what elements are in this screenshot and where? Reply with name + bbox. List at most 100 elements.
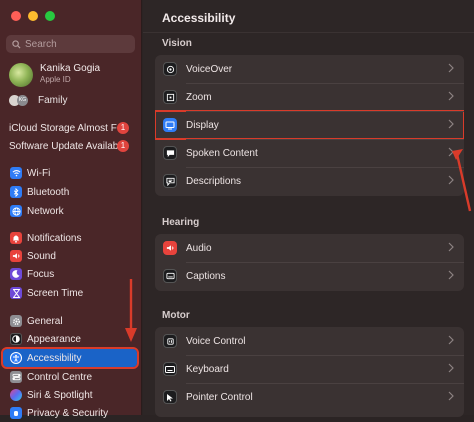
annotation-arrow-up <box>452 149 472 212</box>
bluetooth-icon <box>10 186 22 198</box>
sidebar-item-label: Wi-Fi <box>27 167 51 179</box>
keyboard-icon <box>163 362 177 376</box>
settings-row-keyboard[interactable]: Keyboard <box>155 355 464 383</box>
minimize-window-button[interactable] <box>28 11 38 21</box>
accessibility-icon <box>10 352 22 364</box>
profile-subtitle: Apple ID <box>40 75 71 84</box>
row-label: Zoom <box>186 91 212 103</box>
sidebar-item-sound[interactable]: Sound <box>0 247 140 265</box>
sidebar-item-label: Notifications <box>27 232 82 244</box>
hand-icon <box>10 407 22 419</box>
sidebar-item-privacy-security[interactable]: Privacy & Security <box>0 404 140 422</box>
speaker-icon <box>10 250 22 262</box>
settings-row-descriptions[interactable]: Descriptions <box>155 167 464 195</box>
sidebar-item-label: Screen Time <box>27 287 84 299</box>
hourglass-icon <box>10 287 22 299</box>
search-field[interactable]: Search <box>6 35 135 53</box>
sidebar-item-siri-spotlight[interactable]: Siri & Spotlight <box>0 386 140 404</box>
row-label: Pointer Control <box>186 391 253 403</box>
profile-name: Kanika Gogia <box>40 63 101 74</box>
chevron-right-icon <box>448 391 454 401</box>
sidebar-item-appearance[interactable]: Appearance <box>0 330 140 348</box>
row-label: Keyboard <box>186 363 229 375</box>
sidebar-item-label: Siri & Spotlight <box>27 389 93 401</box>
pointer-icon <box>163 390 177 404</box>
sidebar-item-label: Family <box>38 95 68 106</box>
sidebar-item-label: Network <box>27 205 64 217</box>
captions-icon <box>163 269 177 283</box>
notice-label: Software Update Available <box>9 140 127 152</box>
sidebar-item-label: Focus <box>27 268 55 280</box>
chevron-right-icon <box>448 363 454 373</box>
chevron-right-icon <box>448 335 454 345</box>
row-label: Display <box>186 119 219 131</box>
hearing-group: Audio Captions <box>155 234 464 291</box>
sidebar-item-label: Privacy & Security <box>27 407 109 419</box>
settings-row-voice-control[interactable]: Voice Control <box>155 327 464 355</box>
wifi-icon <box>10 167 22 179</box>
sidebar-item-focus[interactable]: Focus <box>0 265 140 283</box>
annotation-arrow-down <box>125 279 137 342</box>
search-icon <box>12 39 21 49</box>
page-title: Accessibility <box>162 11 236 25</box>
descriptions-icon <box>163 174 177 188</box>
sidebar-item-screen-time[interactable]: Screen Time <box>0 284 140 302</box>
row-label: VoiceOver <box>186 63 233 75</box>
sidebar-item-label: Control Centre <box>27 371 93 383</box>
motor-group: Voice Control Keyboard Pointer Control <box>155 327 464 417</box>
row-label: Audio <box>186 242 212 254</box>
sidebar-item-notifications[interactable]: Notifications <box>0 229 140 247</box>
voiceover-icon <box>163 62 177 76</box>
display-icon <box>163 118 177 132</box>
chevron-right-icon <box>448 91 454 101</box>
bell-icon <box>10 232 22 244</box>
sidebar-item-label: Appearance <box>27 333 81 345</box>
sidebar-item-family[interactable]: KG Family <box>9 93 137 107</box>
settings-row-spoken-content[interactable]: Spoken Content <box>155 139 464 167</box>
avatar <box>9 63 33 87</box>
apple-id-profile[interactable]: Kanika Gogia Apple ID <box>9 63 137 87</box>
settings-row-display[interactable]: Display <box>155 110 464 140</box>
sidebar-item-wifi[interactable]: Wi-Fi <box>0 164 140 182</box>
voice-control-icon <box>163 334 177 348</box>
moon-icon <box>10 268 22 280</box>
software-update-notice[interactable]: Software Update Available 1 <box>0 137 140 155</box>
sidebar-item-network[interactable]: Network <box>0 202 140 220</box>
section-title-vision: Vision <box>162 38 192 49</box>
section-title-motor: Motor <box>162 310 190 321</box>
zoom-window-button[interactable] <box>45 11 55 21</box>
audio-icon <box>163 241 177 255</box>
sidebar: Search Kanika Gogia Apple ID KG Family i… <box>0 0 142 419</box>
main-pane: Accessibility Vision VoiceOver Zoom Disp… <box>143 0 474 417</box>
settings-row-pointer-control[interactable]: Pointer Control <box>155 383 464 411</box>
sidebar-item-label: Sound <box>27 250 56 262</box>
speech-bubble-icon <box>163 146 177 160</box>
close-window-button[interactable] <box>11 11 21 21</box>
sidebar-item-control-centre[interactable]: Control Centre <box>0 368 140 386</box>
row-label: Descriptions <box>186 175 242 187</box>
zoom-icon <box>163 90 177 104</box>
sidebar-item-label: General <box>27 315 63 327</box>
header-divider <box>143 32 474 33</box>
row-label: Voice Control <box>186 335 246 347</box>
appearance-icon <box>10 333 22 345</box>
sidebar-item-label: Bluetooth <box>27 186 70 198</box>
settings-row-zoom[interactable]: Zoom <box>155 83 464 111</box>
chevron-right-icon <box>448 242 454 252</box>
window-controls <box>11 11 55 21</box>
notification-badge: 1 <box>117 140 129 152</box>
sidebar-item-bluetooth[interactable]: Bluetooth <box>0 183 140 201</box>
globe-icon <box>10 205 22 217</box>
settings-row-captions[interactable]: Captions <box>155 262 464 290</box>
chevron-right-icon <box>448 270 454 280</box>
settings-row-voiceover[interactable]: VoiceOver <box>155 55 464 83</box>
icloud-storage-notice[interactable]: iCloud Storage Almost Full 1 <box>0 119 140 137</box>
settings-row-audio[interactable]: Audio <box>155 234 464 262</box>
vision-group: VoiceOver Zoom Display Spoken Content De… <box>155 55 464 196</box>
sidebar-item-general[interactable]: General <box>0 312 140 330</box>
sidebar-item-accessibility[interactable]: Accessibility <box>1 347 139 369</box>
row-label: Captions <box>186 270 226 282</box>
notification-badge: 1 <box>117 122 129 134</box>
sidebar-item-label: Accessibility <box>27 352 82 364</box>
chevron-right-icon <box>448 119 454 129</box>
